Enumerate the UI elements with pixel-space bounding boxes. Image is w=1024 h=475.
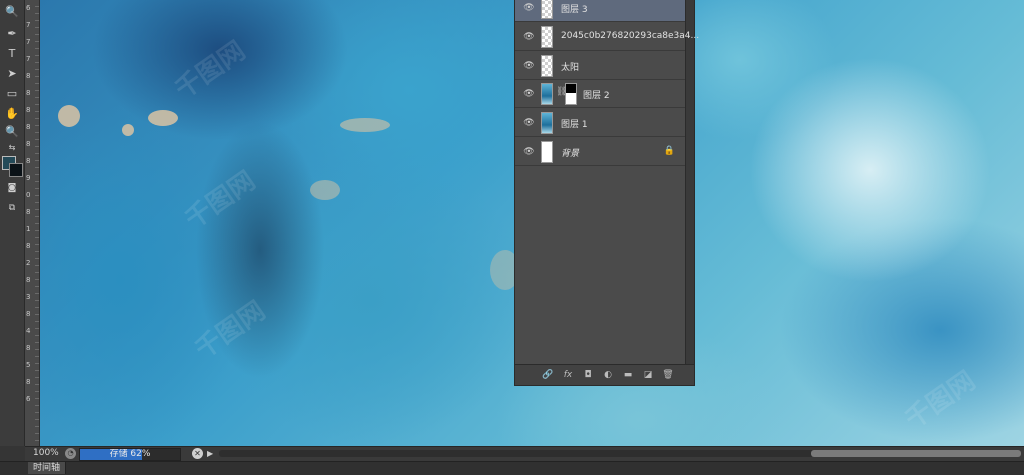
zoom-level[interactable]: 100% (33, 448, 59, 458)
tools-panel: 🔍 ✒ T ➤ ▭ ✋ 🔍 ⇆ ◙ ⧉ (0, 0, 25, 446)
layer-name: 2045c0b276820293ca8e3a4... (561, 31, 700, 41)
ruler-label: 2 (26, 259, 31, 267)
mask-icon[interactable]: ◘ (581, 368, 595, 382)
layer-thumbnail (541, 112, 553, 134)
visibility-eye-icon[interactable]: 👁 (523, 146, 535, 158)
ruler-label: 0 (26, 191, 31, 199)
layer-name: 背景 (561, 149, 580, 159)
vertical-ruler: 6 7 7 7 8 8 8 8 8 8 9 0 8 1 8 2 8 3 8 4 8 5 8 6 (25, 0, 40, 446)
trash-icon[interactable]: 🗑 (661, 368, 675, 382)
visibility-eye-icon[interactable]: 👁 (523, 2, 535, 14)
layer-name: 图层 3 (561, 5, 588, 15)
ruler-label: 7 (26, 38, 31, 46)
ruler-label: 6 (26, 4, 31, 12)
path-select-tool-icon[interactable]: ➤ (3, 66, 21, 82)
watermark: 千图网 (169, 35, 251, 106)
layers-panel: 👁 图层 3 👁 2045c0b276820293ca8e3a4... 👁 太阳… (514, 0, 699, 386)
fx-icon[interactable]: fx (561, 368, 575, 382)
play-icon[interactable]: ▶ (207, 448, 213, 460)
ruler-label: 3 (26, 293, 31, 301)
layer-row[interactable]: 👁 图层 3 (515, 0, 685, 22)
zoom-tool-2-icon[interactable]: 🔍 (3, 124, 21, 140)
save-progress-bar: 存储 62% (79, 448, 181, 461)
screen-mode-icon[interactable]: ⧉ (3, 200, 21, 216)
watermark: 千图网 (179, 165, 261, 236)
quick-mask-icon[interactable]: ◙ (3, 180, 21, 196)
watermark: 千图网 (899, 365, 981, 436)
ruler-label: 8 (26, 242, 31, 250)
ruler-label: 8 (26, 276, 31, 284)
progress-label: 存储 62% (109, 449, 151, 459)
ruler-label: 8 (26, 310, 31, 318)
layer-thumbnail (541, 141, 553, 163)
ruler-label: 8 (26, 344, 31, 352)
horizontal-scrollbar-thumb[interactable] (811, 450, 1021, 457)
tab-timeline[interactable]: 时间轴 (28, 462, 67, 474)
ruler-label: 8 (26, 378, 31, 386)
ruler-label: 8 (26, 208, 31, 216)
swap-colors-icon[interactable]: ⇆ (3, 140, 21, 156)
type-tool-icon[interactable]: T (3, 46, 21, 62)
paint-blob (122, 124, 134, 136)
layer-thumbnail (541, 0, 553, 19)
cancel-icon[interactable]: ✕ (192, 448, 203, 459)
layer-row[interactable]: 👁 ⛓ 图层 2 (515, 80, 685, 108)
ruler-label: 7 (26, 21, 31, 29)
layer-name: 图层 1 (561, 120, 588, 130)
ruler-label: 5 (26, 361, 31, 369)
ruler-label: 8 (26, 89, 31, 97)
lock-icon: 🔒 (663, 146, 675, 156)
visibility-eye-icon[interactable]: 👁 (523, 88, 535, 100)
status-bar: 100% ◔ 存储 62% ✕ ▶ (25, 446, 1024, 461)
paint-blob (58, 105, 80, 127)
ruler-label: 8 (26, 123, 31, 131)
link-icon[interactable]: 🔗 (541, 368, 555, 382)
layer-thumbnail (541, 55, 553, 77)
layer-mask-thumbnail[interactable] (565, 83, 577, 105)
layer-thumbnail (541, 26, 553, 48)
layer-name: 图层 2 (583, 91, 610, 101)
ruler-label: 7 (26, 55, 31, 63)
zoom-tool-icon[interactable]: 🔍 (3, 4, 21, 20)
paint-blob (310, 180, 340, 200)
ruler-label: 4 (26, 327, 31, 335)
visibility-eye-icon[interactable]: 👁 (523, 60, 535, 72)
layer-row[interactable]: 👁 太阳 (515, 52, 685, 80)
adjustment-icon[interactable]: ◐ (601, 368, 615, 382)
layer-row[interactable]: 👁 背景 🔒 (515, 138, 685, 166)
layer-row[interactable]: 👁 2045c0b276820293ca8e3a4... (515, 23, 699, 51)
visibility-eye-icon[interactable]: 👁 (523, 31, 535, 43)
ruler-label: 6 (26, 395, 31, 403)
paint-blob (148, 110, 178, 126)
document-info-icon[interactable]: ◔ (65, 448, 76, 459)
paint-blob (340, 118, 390, 132)
layer-thumbnail (541, 83, 553, 105)
ruler-label: 8 (26, 72, 31, 80)
ruler-label: 8 (26, 140, 31, 148)
ruler-label: 9 (26, 174, 31, 182)
pen-tool-icon[interactable]: ✒ (3, 26, 21, 42)
ruler-label: 1 (26, 225, 31, 233)
hand-tool-icon[interactable]: ✋ (3, 106, 21, 122)
rectangle-tool-icon[interactable]: ▭ (3, 86, 21, 102)
background-color-swatch[interactable] (9, 163, 23, 177)
layers-footer: 🔗 fx ◘ ◐ ▬ ◪ 🗑 (515, 364, 694, 385)
new-layer-icon[interactable]: ◪ (641, 368, 655, 382)
ruler-label: 8 (26, 157, 31, 165)
layer-row[interactable]: 👁 图层 1 (515, 109, 685, 137)
ruler-label: 8 (26, 106, 31, 114)
visibility-eye-icon[interactable]: 👁 (523, 117, 535, 129)
layers-scrollbar[interactable] (685, 0, 694, 365)
layer-name: 太阳 (561, 63, 580, 73)
watermark: 千图网 (189, 295, 271, 366)
timeline-panel: 时间轴 (0, 461, 1024, 475)
horizontal-scrollbar-track[interactable] (219, 450, 821, 457)
folder-icon[interactable]: ▬ (621, 368, 635, 382)
